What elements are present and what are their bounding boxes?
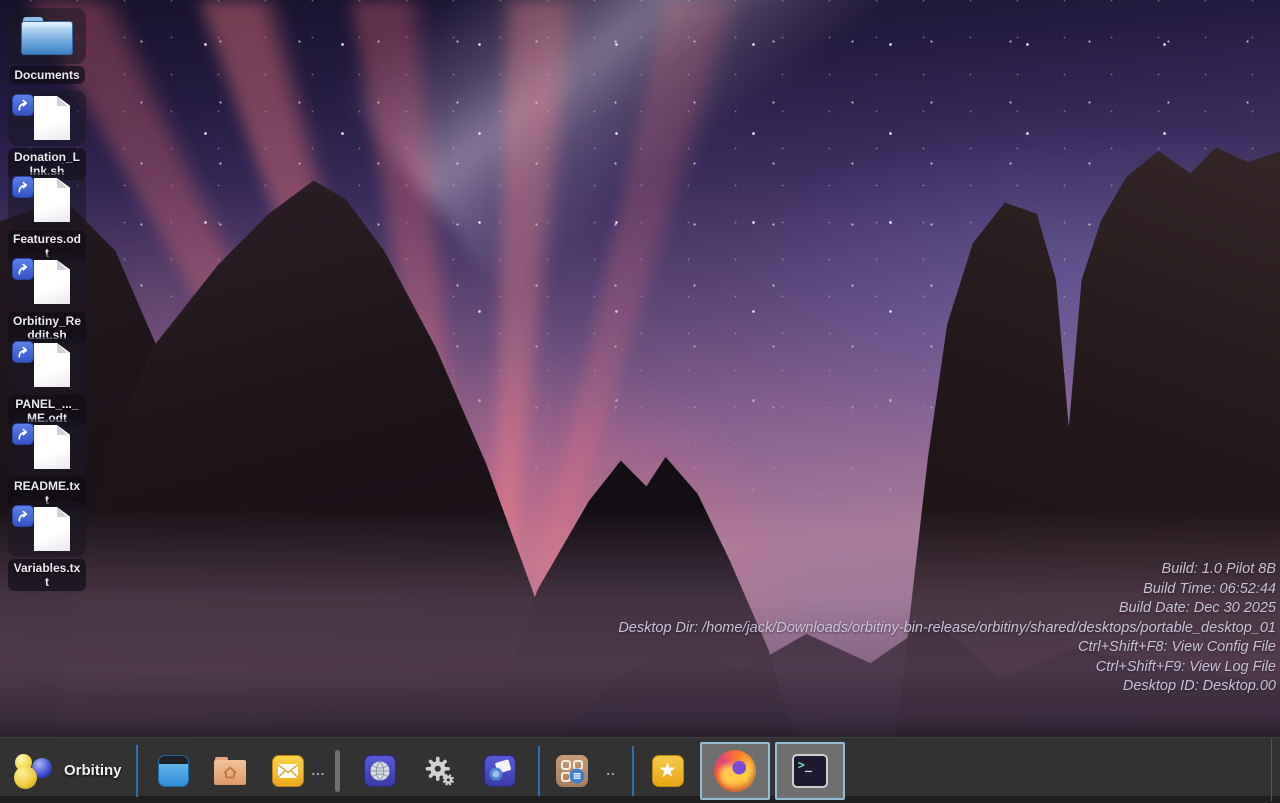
terminal-icon: >_	[792, 754, 828, 788]
folder-body	[21, 21, 73, 55]
file-icon	[34, 96, 70, 140]
config-hotkey-line: Ctrl+Shift+F8: View Config File	[618, 638, 1276, 658]
task-button-firefox[interactable]	[700, 742, 770, 800]
shortcut-arrow-icon	[12, 258, 34, 280]
logo-orb-yellow-large	[14, 766, 37, 789]
desktop-screen: Documents Donation_LInk.sh Features.odt …	[0, 0, 1280, 803]
desktop-window-icon	[158, 755, 189, 787]
desktop-icon-documents[interactable]: Documents	[8, 8, 86, 84]
envelope-glyph	[276, 761, 300, 781]
globe-glyph	[368, 759, 392, 783]
home-folder-icon	[214, 757, 246, 785]
desktop-icon-label: Variables.txt	[8, 559, 86, 591]
taskbar-button-mail[interactable]	[272, 754, 304, 788]
settings-gears-icon	[424, 753, 456, 789]
taskbar-separator	[632, 746, 634, 796]
taskbar: Orbitiny ...	[0, 737, 1280, 803]
folder-icon	[21, 17, 73, 55]
orbitiny-logo-icon	[12, 752, 54, 790]
file-icon	[34, 178, 70, 222]
icon-cell	[8, 501, 86, 557]
desktop-icon-features[interactable]: Features.odt	[8, 172, 86, 262]
desktop-dir-line: Desktop Dir: /home/jack/Downloads/orbiti…	[618, 619, 1276, 639]
shortcut-arrow-icon	[12, 176, 34, 198]
shortcut-arrow-icon	[12, 505, 34, 527]
file-fold	[57, 260, 67, 270]
panel-edge-handle[interactable]	[1271, 739, 1272, 801]
app-grid-icon	[556, 755, 588, 787]
taskbar-button-web[interactable]	[364, 754, 396, 788]
firefox-icon	[714, 750, 756, 792]
desktop-icon-panel-me[interactable]: PANEL_..._ME.odt	[8, 337, 86, 427]
build-info: Build: 1.0 Pilot 8B Build Time: 06:52:44…	[618, 560, 1276, 697]
taskbar-separator	[136, 745, 138, 797]
file-fold	[57, 425, 67, 435]
overflow-ellipsis-small[interactable]: ..	[606, 763, 615, 778]
build-date-line: Build Date: Dec 30 2025	[618, 599, 1276, 619]
build-time-line: Build Time: 06:52:44	[618, 580, 1276, 600]
desktop-icon-readme[interactable]: README.txt	[8, 419, 86, 509]
app-grid-glyph	[558, 757, 586, 785]
taskbar-button-desktop-window[interactable]	[158, 754, 190, 788]
folder-body	[214, 760, 246, 785]
taskbar-separator	[538, 746, 540, 796]
icon-cell	[8, 419, 86, 475]
file-fold	[57, 343, 67, 353]
orbitiny-menu-button[interactable]: Orbitiny	[12, 752, 122, 790]
desktop-icon-label: Documents	[9, 66, 84, 84]
icon-cell	[8, 8, 86, 64]
task-button-terminal[interactable]: >_	[775, 742, 845, 800]
star-glyph: ★	[658, 759, 677, 782]
taskbar-button-home-folder[interactable]	[214, 754, 246, 788]
shortcut-arrow-icon	[12, 94, 34, 116]
file-icon	[34, 425, 70, 469]
overflow-ellipsis[interactable]: ...	[312, 763, 326, 778]
icon-cell	[8, 172, 86, 228]
shortcut-arrow-icon	[12, 423, 34, 445]
log-hotkey-line: Ctrl+Shift+F9: View Log File	[618, 658, 1276, 678]
file-fold	[57, 507, 67, 517]
file-icon	[34, 507, 70, 551]
terminal-cursor-glyph: _	[805, 758, 812, 772]
taskbar-button-favorites[interactable]: ★	[652, 754, 684, 788]
file-fold	[57, 178, 67, 188]
taskbar-button-settings[interactable]	[424, 754, 456, 788]
file-icon	[34, 343, 70, 387]
build-version-line: Build: 1.0 Pilot 8B	[618, 560, 1276, 580]
icon-cell	[8, 337, 86, 393]
favorites-star-icon: ★	[652, 755, 684, 787]
share-glyph	[487, 758, 513, 784]
terminal-prompt-glyph: >	[798, 758, 805, 772]
icon-cell	[8, 254, 86, 310]
icon-cell	[8, 90, 86, 146]
window-titlebar	[159, 756, 188, 764]
taskbar-button-share[interactable]	[484, 754, 516, 788]
desktop-id-line: Desktop ID: Desktop.00	[618, 677, 1276, 697]
shortcut-arrow-icon	[12, 341, 34, 363]
share-icon	[484, 755, 516, 787]
mail-icon	[272, 755, 304, 787]
web-globe-icon	[364, 755, 396, 787]
file-fold	[57, 96, 67, 106]
file-icon	[34, 260, 70, 304]
app-name-label: Orbitiny	[64, 762, 122, 779]
desktop-icon-donation-link[interactable]: Donation_LInk.sh	[8, 90, 86, 180]
desktop-icon-variables[interactable]: Variables.txt	[8, 501, 86, 591]
taskbar-button-app-grid[interactable]	[556, 754, 588, 788]
house-glyph	[220, 763, 240, 781]
desktop-icon-orbitiny-reddit[interactable]: Orbitiny_Reddit.sh	[8, 254, 86, 344]
taskbar-scroll-handle[interactable]	[335, 750, 340, 792]
